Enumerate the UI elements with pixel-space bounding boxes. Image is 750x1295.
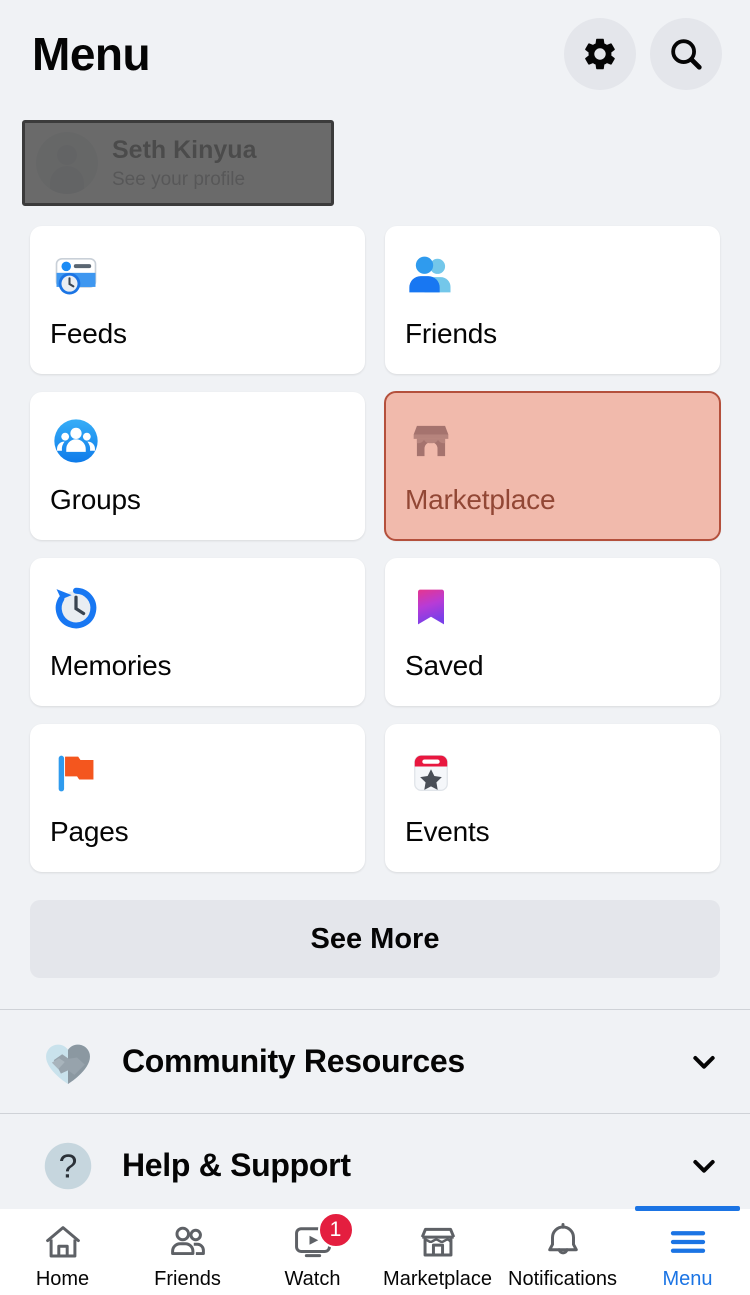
question-circle-icon: ? (32, 1135, 104, 1197)
chevron-down-icon[interactable] (684, 1150, 724, 1182)
saved-icon (405, 580, 700, 634)
menu-tile-label: Saved (405, 650, 700, 682)
menu-tile-pages[interactable]: Pages (30, 724, 365, 872)
menu-tile-feeds[interactable]: Feeds (30, 226, 365, 374)
section-label: Help & Support (122, 1147, 684, 1184)
nav-label: Menu (662, 1268, 712, 1291)
memories-icon (50, 580, 345, 634)
friends-icon (405, 248, 700, 302)
profile-card[interactable]: Seth Kinyua See your profile (22, 120, 334, 206)
nav-item-friends[interactable]: Friends (125, 1209, 250, 1295)
header-actions (564, 18, 722, 90)
menu-tile-saved[interactable]: Saved (385, 558, 720, 706)
menu-tile-label: Feeds (50, 318, 345, 350)
heart-handshake-icon (32, 1031, 104, 1093)
menu-tile-memories[interactable]: Memories (30, 558, 365, 706)
menu-tile-groups[interactable]: Groups (30, 392, 365, 540)
feeds-icon (50, 248, 345, 302)
friends-outline-icon (167, 1221, 209, 1263)
section-community-resources[interactable]: Community Resources (0, 1010, 750, 1114)
menu-tile-label: Events (405, 816, 700, 848)
pages-icon (50, 746, 345, 800)
gear-icon (581, 35, 619, 73)
menu-tile-events[interactable]: Events (385, 724, 720, 872)
settings-button[interactable] (564, 18, 636, 90)
see-more-button[interactable]: See More (30, 900, 720, 978)
menu-tile-label: Friends (405, 318, 700, 350)
svg-text:?: ? (59, 1148, 78, 1185)
nav-item-notifications[interactable]: Notifications (500, 1209, 625, 1295)
page-header: Menu (0, 0, 750, 108)
nav-label: Friends (154, 1268, 221, 1291)
nav-item-home[interactable]: Home (0, 1209, 125, 1295)
bell-icon (542, 1221, 584, 1263)
nav-label: Notifications (508, 1268, 617, 1291)
redaction-overlay (22, 120, 334, 206)
nav-label: Marketplace (383, 1268, 492, 1291)
menu-tile-label: Memories (50, 650, 345, 682)
hamburger-icon (667, 1221, 709, 1263)
watch-badge: 1 (318, 1212, 354, 1248)
home-icon (42, 1221, 84, 1263)
section-label: Community Resources (122, 1043, 684, 1080)
search-button[interactable] (650, 18, 722, 90)
groups-icon (50, 414, 345, 468)
menu-tile-friends[interactable]: Friends (385, 226, 720, 374)
nav-item-watch[interactable]: 1 Watch (250, 1209, 375, 1295)
menu-tile-label: Groups (50, 484, 345, 516)
search-icon (667, 35, 705, 73)
page-title: Menu (32, 31, 564, 77)
store-icon (417, 1221, 459, 1263)
menu-tile-label: Pages (50, 816, 345, 848)
nav-item-menu[interactable]: Menu (625, 1209, 750, 1295)
chevron-down-icon[interactable] (684, 1046, 724, 1078)
nav-label: Watch (285, 1268, 341, 1291)
menu-tile-label: Marketplace (405, 484, 700, 516)
menu-tile-marketplace[interactable]: Marketplace (385, 392, 720, 540)
marketplace-icon (405, 414, 700, 468)
events-icon (405, 746, 700, 800)
nav-label: Home (36, 1268, 89, 1291)
watch-icon: 1 (292, 1221, 334, 1263)
bottom-navigation: Home Friends 1 Watch (0, 1209, 750, 1295)
nav-item-marketplace[interactable]: Marketplace (375, 1209, 500, 1295)
section-help-support[interactable]: ? Help & Support (0, 1114, 750, 1218)
menu-tile-grid: Feeds Friends (30, 226, 720, 872)
